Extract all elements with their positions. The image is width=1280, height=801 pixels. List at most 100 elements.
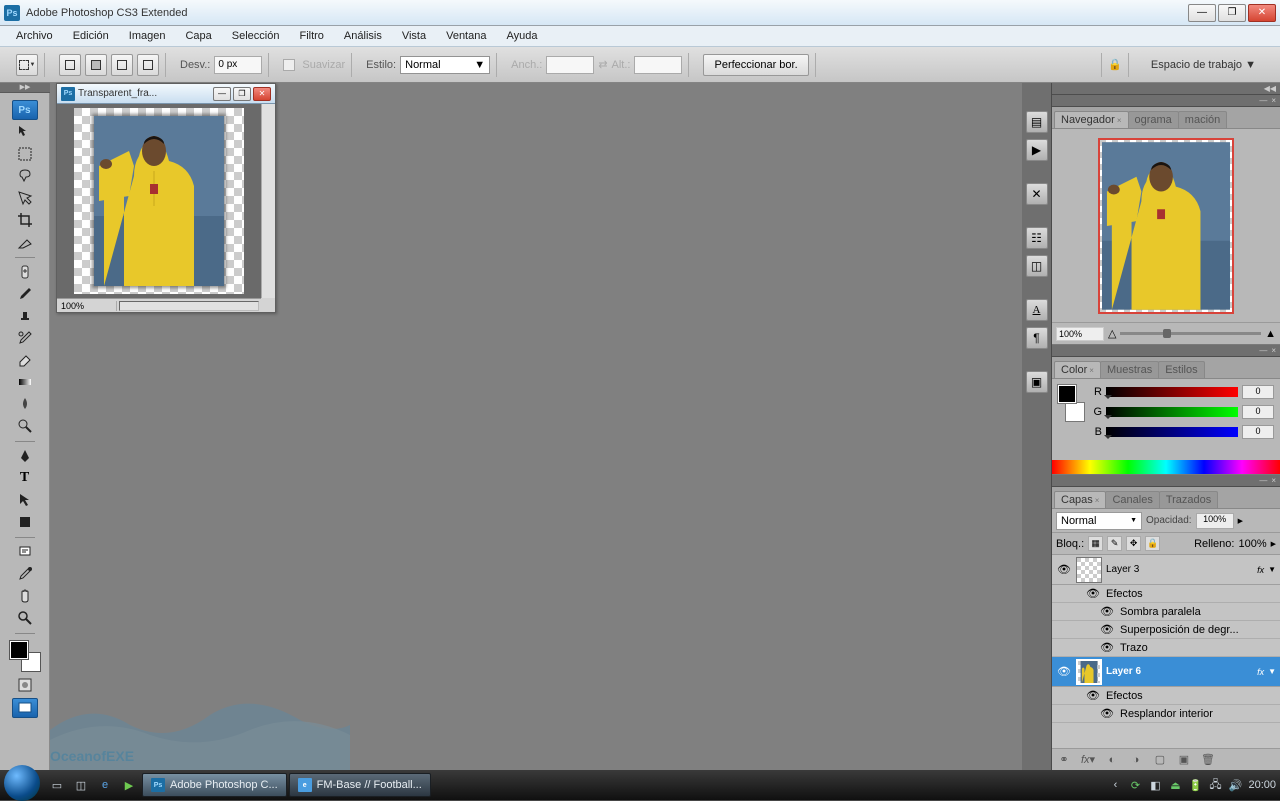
lock-pixels-icon[interactable]: ✎: [1107, 536, 1122, 551]
layer-row-6[interactable]: 👁 Layer 6 fx ▼: [1052, 657, 1280, 687]
document-scrollbar-horizontal[interactable]: [119, 301, 259, 311]
visibility-icon[interactable]: 👁: [1100, 623, 1114, 637]
tray-app-icon[interactable]: ◧: [1148, 778, 1162, 792]
tab-estilos[interactable]: Estilos: [1158, 361, 1204, 378]
blend-mode-select[interactable]: Normal▼: [1056, 512, 1142, 530]
quick-launch-switch-icon[interactable]: ◫: [70, 774, 92, 796]
opacity-input[interactable]: 100%: [1196, 513, 1234, 529]
visibility-icon[interactable]: 👁: [1100, 605, 1114, 619]
navigator-thumbnail[interactable]: [1098, 138, 1234, 314]
tray-network-icon[interactable]: ⟳: [1128, 778, 1142, 792]
menu-analisis[interactable]: Análisis: [334, 30, 392, 42]
color-panel-fg-swatch[interactable]: [1058, 385, 1076, 403]
visibility-icon[interactable]: 👁: [1100, 707, 1114, 721]
new-group-icon[interactable]: ▢: [1152, 752, 1168, 768]
layers-list[interactable]: 👁 Layer 3 fx ▼ 👁Efectos 👁Sombra paralela…: [1052, 555, 1280, 748]
paragraph-panel-icon[interactable]: ¶: [1026, 327, 1048, 349]
quick-launch-ie-icon[interactable]: e: [94, 774, 116, 796]
fx-expand-icon[interactable]: ▼: [1268, 667, 1276, 676]
fill-input[interactable]: 100%: [1238, 538, 1266, 550]
selection-intersect-icon[interactable]: [137, 54, 159, 76]
panel-close-icon[interactable]: ×: [1271, 96, 1276, 105]
visibility-icon[interactable]: 👁: [1086, 587, 1100, 601]
quick-mask-icon[interactable]: [12, 675, 38, 695]
style-select[interactable]: Normal▼: [400, 56, 490, 74]
visibility-icon[interactable]: 👁: [1056, 664, 1072, 680]
layer-mask-icon[interactable]: ◐: [1104, 752, 1120, 768]
path-selection-tool-icon[interactable]: [12, 490, 38, 510]
tab-trazados[interactable]: Trazados: [1159, 491, 1218, 508]
r-value[interactable]: 0: [1242, 385, 1274, 399]
character-panel-icon[interactable]: A: [1026, 299, 1048, 321]
selection-subtract-icon[interactable]: [111, 54, 133, 76]
navigator-zoom-slider[interactable]: [1120, 332, 1261, 335]
layers2-icon[interactable]: ☷: [1026, 227, 1048, 249]
opacity-dropdown-icon[interactable]: ▶: [1238, 517, 1243, 525]
document-canvas[interactable]: [57, 104, 261, 298]
tab-capas[interactable]: Capas×: [1054, 491, 1106, 508]
color-spectrum[interactable]: [1052, 460, 1280, 474]
info-panel-icon[interactable]: ▣: [1026, 371, 1048, 393]
maximize-button[interactable]: [1218, 4, 1246, 22]
quick-launch-show-desktop-icon[interactable]: ▭: [46, 774, 68, 796]
menu-edicion[interactable]: Edición: [63, 30, 119, 42]
panel-close-icon[interactable]: ×: [1271, 476, 1276, 485]
blur-tool-icon[interactable]: [12, 394, 38, 414]
notes-tool-icon[interactable]: [12, 542, 38, 562]
tab-histograma[interactable]: ograma: [1128, 111, 1179, 128]
g-slider[interactable]: [1106, 407, 1238, 417]
start-button[interactable]: [4, 765, 40, 801]
tab-navegador[interactable]: Navegador×: [1054, 111, 1129, 128]
visibility-icon[interactable]: 👁: [1056, 562, 1072, 578]
tray-network2-icon[interactable]: 🖧: [1208, 778, 1222, 792]
panel-close-icon[interactable]: ×: [1271, 346, 1276, 355]
document-scrollbar-vertical[interactable]: [261, 104, 275, 298]
clone-stamp-tool-icon[interactable]: [12, 306, 38, 326]
tool-presets-icon[interactable]: ✕: [1026, 183, 1048, 205]
shape-tool-icon[interactable]: [12, 512, 38, 532]
clone-panel-icon[interactable]: ▶: [1026, 139, 1048, 161]
lock-position-icon[interactable]: ✥: [1126, 536, 1141, 551]
taskbar-clock[interactable]: 20:00: [1248, 779, 1276, 791]
menu-vista[interactable]: Vista: [392, 30, 436, 42]
menu-archivo[interactable]: Archivo: [6, 30, 63, 42]
zoom-tool-icon[interactable]: [12, 608, 38, 628]
r-slider[interactable]: [1106, 387, 1238, 397]
document-titlebar[interactable]: Ps Transparent_fra... — ❐ ✕: [57, 84, 275, 104]
menu-ventana[interactable]: Ventana: [436, 30, 496, 42]
layer-name[interactable]: Layer 6: [1106, 666, 1253, 677]
quick-select-tool-icon[interactable]: [12, 188, 38, 208]
eyedropper-tool-icon[interactable]: [12, 564, 38, 584]
marquee-tool-icon[interactable]: [12, 144, 38, 164]
pen-tool-icon[interactable]: [12, 446, 38, 466]
tray-volume-icon[interactable]: 🔊: [1228, 778, 1242, 792]
layer-style-icon[interactable]: fx▾: [1080, 752, 1096, 768]
link-layers-icon[interactable]: ⚭: [1056, 752, 1072, 768]
gradient-tool-icon[interactable]: [12, 372, 38, 392]
visibility-icon[interactable]: 👁: [1100, 641, 1114, 655]
color-swatches[interactable]: [10, 641, 40, 671]
menu-capa[interactable]: Capa: [175, 30, 221, 42]
doc-maximize-button[interactable]: ❐: [233, 87, 251, 101]
visibility-icon[interactable]: 👁: [1086, 689, 1100, 703]
selection-add-icon[interactable]: [85, 54, 107, 76]
delete-layer-icon[interactable]: 🗑: [1200, 752, 1216, 768]
minimize-button[interactable]: [1188, 4, 1216, 22]
effect-resplandor[interactable]: 👁Resplandor interior: [1052, 705, 1280, 723]
tray-safely-remove-icon[interactable]: ⏏: [1168, 778, 1182, 792]
type-tool-icon[interactable]: T: [12, 468, 38, 488]
color-panel-bg-swatch[interactable]: [1066, 403, 1084, 421]
feather-input[interactable]: [214, 56, 262, 74]
layer-name[interactable]: Layer 3: [1106, 564, 1253, 575]
tab-color[interactable]: Color×: [1054, 361, 1101, 378]
new-layer-icon[interactable]: ▣: [1176, 752, 1192, 768]
fx-badge[interactable]: fx: [1257, 667, 1264, 677]
tray-battery-icon[interactable]: 🔋: [1188, 778, 1202, 792]
workspace-dropdown[interactable]: Espacio de trabajo ▼: [1143, 55, 1264, 75]
marquee-tool-icon[interactable]: ▼: [16, 54, 38, 76]
effects-row[interactable]: 👁Efectos: [1052, 585, 1280, 603]
foreground-color-swatch[interactable]: [10, 641, 28, 659]
panel-minimize-icon[interactable]: —: [1259, 96, 1267, 105]
task-fmbase[interactable]: e FM-Base // Football...: [289, 773, 431, 797]
menu-ayuda[interactable]: Ayuda: [496, 30, 547, 42]
